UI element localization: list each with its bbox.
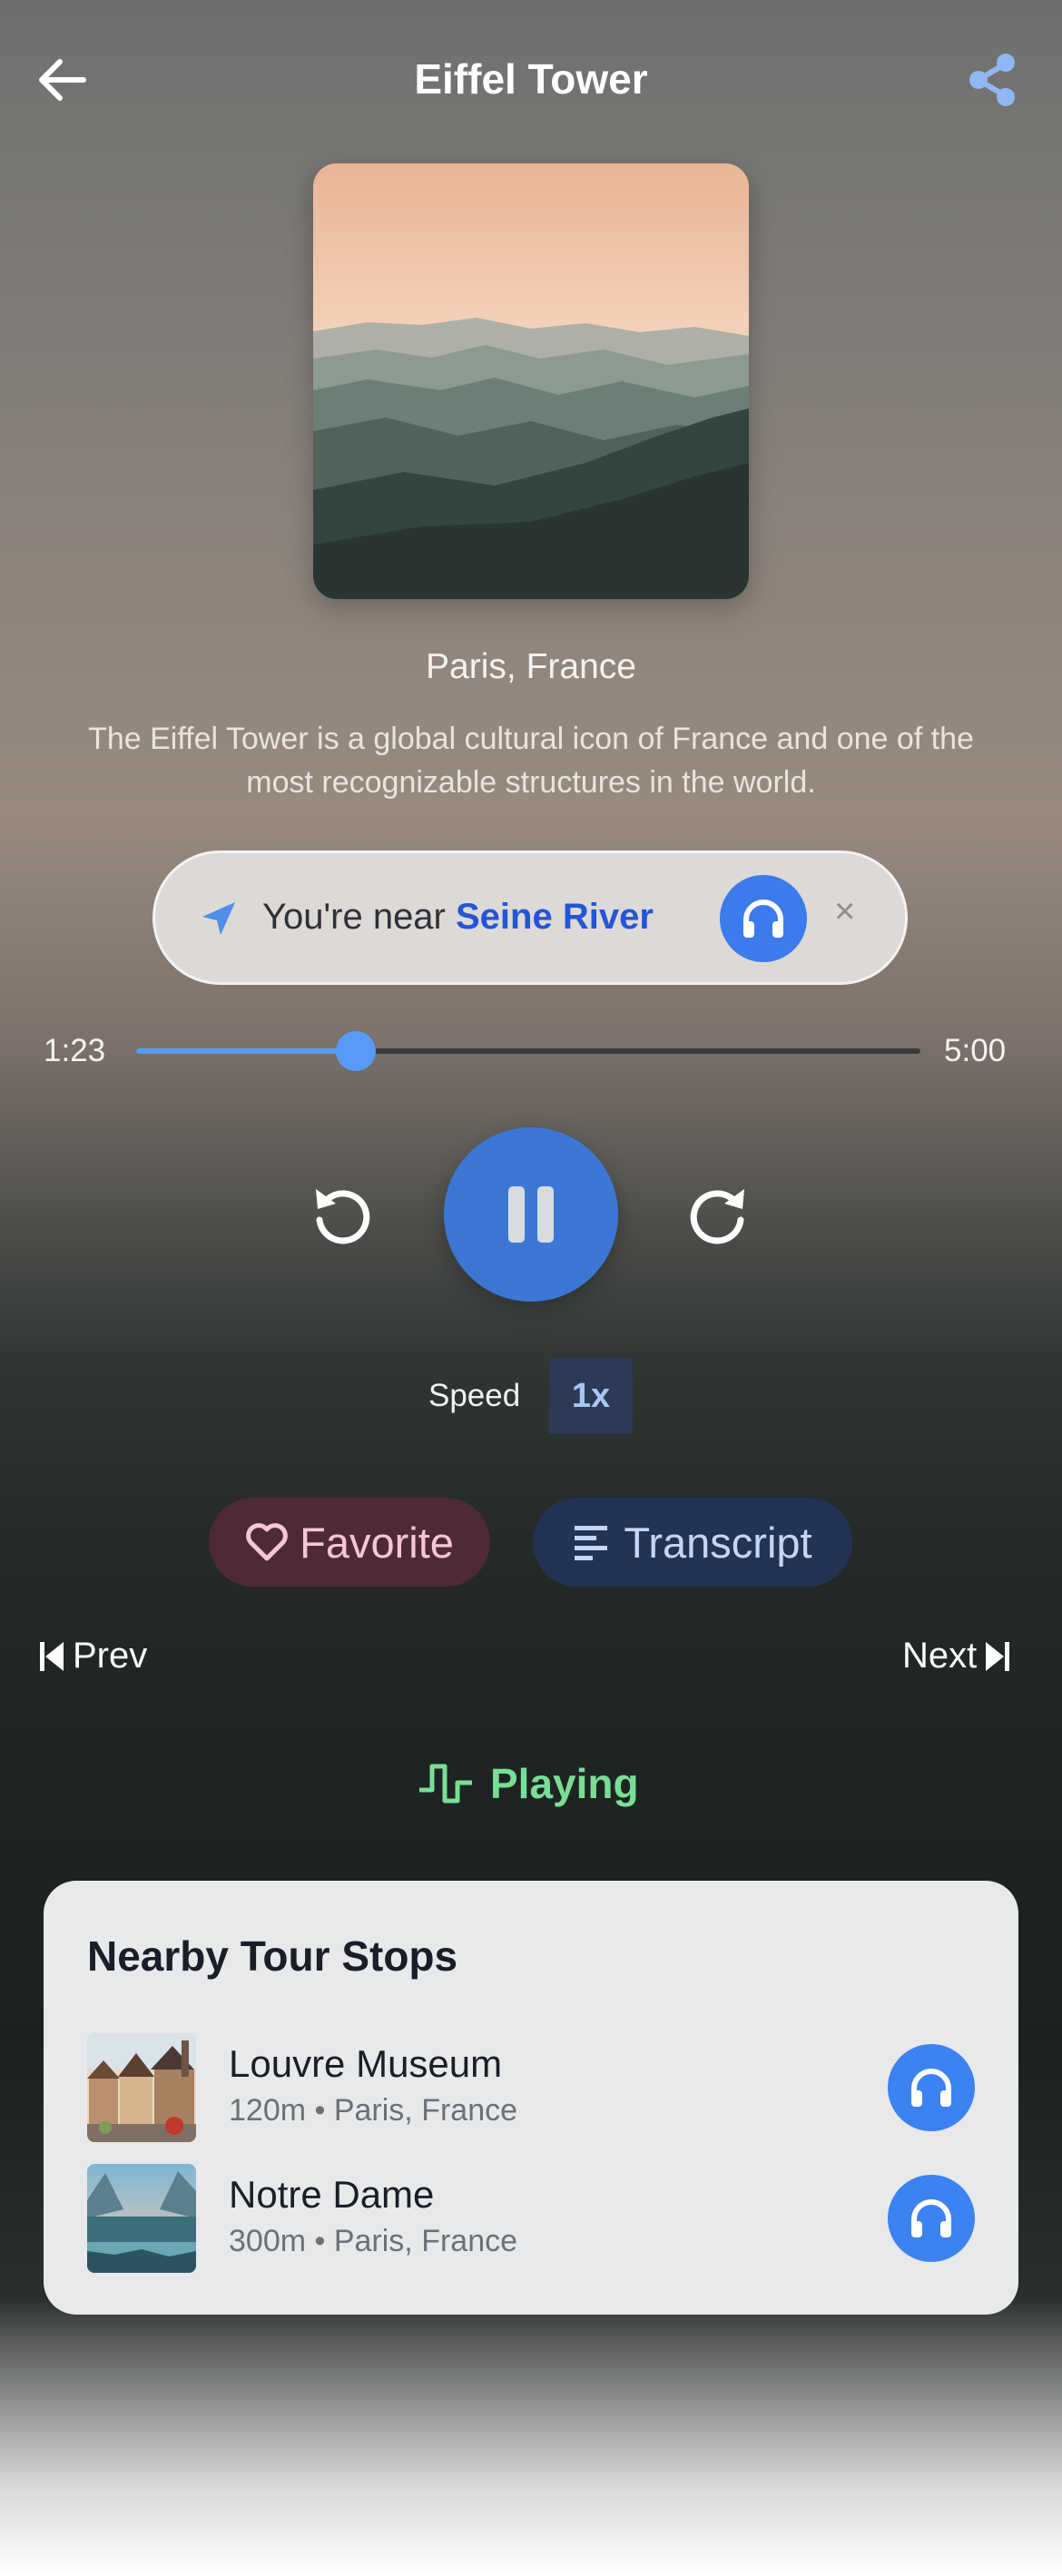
share-button[interactable] xyxy=(964,51,1022,109)
town-street-image xyxy=(87,2033,196,2142)
tour-location: Paris, France xyxy=(426,647,636,686)
card-title: Nearby Tour Stops xyxy=(87,1932,458,1980)
list-item[interactable]: Louvre Museum 120m • Paris, France xyxy=(87,2033,977,2144)
prev-button[interactable]: Prev xyxy=(40,1636,147,1676)
navigation-arrow-icon xyxy=(202,902,235,935)
tour-artwork xyxy=(313,163,749,599)
heart-icon xyxy=(246,1523,288,1561)
stop-meta: 120m • Paris, France xyxy=(229,2093,518,2128)
next-label: Next xyxy=(902,1636,978,1676)
stop-name: Notre Dame xyxy=(229,2173,435,2216)
speed-button[interactable]: 1x xyxy=(549,1358,633,1434)
next-button[interactable]: Next xyxy=(902,1636,1010,1676)
headphones-icon xyxy=(911,2069,951,2107)
text-align-left-icon xyxy=(575,1526,608,1560)
stop-thumbnail xyxy=(87,2164,196,2273)
headphones-icon xyxy=(911,2199,951,2237)
speed-label: Speed xyxy=(428,1378,521,1413)
pause-icon xyxy=(508,1186,554,1243)
progress-fill xyxy=(136,1048,356,1054)
favorite-button[interactable]: Favorite xyxy=(209,1498,490,1587)
rewind-button[interactable] xyxy=(307,1180,379,1253)
stop-meta: 300m • Paris, France xyxy=(229,2224,518,2258)
stop-name: Louvre Museum xyxy=(229,2042,503,2085)
nearby-place[interactable]: Seine River xyxy=(456,897,654,937)
rotate-right-icon xyxy=(690,1189,744,1244)
current-time: 1:23 xyxy=(44,1033,106,1068)
progress-slider[interactable] xyxy=(136,1031,920,1071)
nearby-text: You're near Seine River xyxy=(262,897,654,938)
nearby-stops-card: Nearby Tour Stops Louvre Museum 120m • P… xyxy=(44,1881,1018,2315)
mountain-landscape-image xyxy=(313,163,749,599)
pause-button[interactable] xyxy=(444,1127,618,1302)
playback-status: Playing xyxy=(418,1759,639,1808)
listen-stop-button[interactable] xyxy=(888,2175,975,2262)
transcript-label: Transcript xyxy=(624,1518,812,1567)
activity-icon xyxy=(419,1764,472,1804)
share-icon xyxy=(969,54,1015,106)
prev-label: Prev xyxy=(73,1636,148,1676)
headphones-icon xyxy=(743,900,783,938)
listen-nearby-button[interactable] xyxy=(720,875,807,962)
skip-forward-icon xyxy=(986,1641,1010,1671)
list-item[interactable]: Notre Dame 300m • Paris, France xyxy=(87,2164,977,2275)
transcript-button[interactable]: Transcript xyxy=(533,1498,852,1587)
total-time: 5:00 xyxy=(944,1033,1007,1068)
forward-button[interactable] xyxy=(681,1180,753,1253)
page-title: Eiffel Tower xyxy=(414,55,648,103)
valley-river-image xyxy=(87,2164,196,2273)
dismiss-button[interactable]: × xyxy=(834,891,855,932)
rotate-left-icon xyxy=(316,1189,370,1244)
status-label: Playing xyxy=(490,1760,639,1807)
nearby-notification: You're near Seine River × xyxy=(152,850,908,985)
progress-thumb[interactable] xyxy=(335,1031,376,1071)
favorite-label: Favorite xyxy=(300,1518,454,1567)
stop-thumbnail xyxy=(87,2033,196,2142)
nearby-prefix: You're near xyxy=(262,897,456,937)
listen-stop-button[interactable] xyxy=(888,2044,975,2131)
skip-back-icon xyxy=(40,1641,64,1671)
tour-description: The Eiffel Tower is a global cultural ic… xyxy=(88,722,974,800)
